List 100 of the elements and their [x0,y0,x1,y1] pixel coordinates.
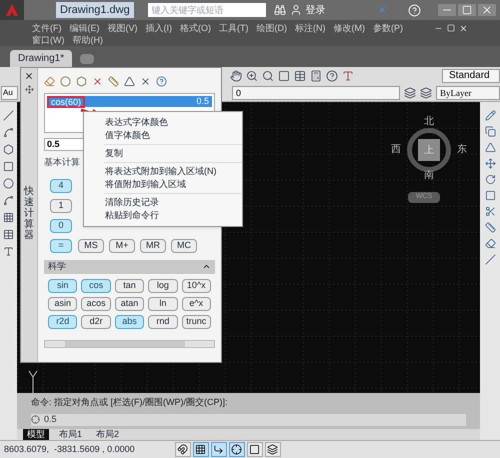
calculator-icon[interactable] [310,70,322,82]
eraser-icon[interactable] [484,238,496,249]
menu-item[interactable]: 文件(F) [32,24,62,32]
binoculars-icon[interactable] [274,4,286,16]
menu-item[interactable]: 修改(M) [334,24,365,32]
close-icon[interactable] [24,71,34,81]
layers-icon[interactable] [404,86,416,98]
zoom-icon[interactable] [246,70,258,82]
move-icon[interactable] [484,158,496,169]
circle-icon[interactable] [3,178,14,189]
user-icon[interactable] [290,4,302,16]
square-icon[interactable] [246,442,263,457]
menu-item[interactable]: 复制 [104,147,242,160]
layout-tab[interactable]: 模型 [23,429,49,440]
menu-item[interactable]: 将表达式附加到输入区域(N) [104,165,242,178]
pencil-icon[interactable] [484,110,496,121]
horizontal-scrollbar[interactable] [44,340,215,348]
rotate-icon[interactable] [484,174,496,185]
polyline-icon[interactable] [3,127,14,138]
menu-item[interactable]: 格式(O) [180,24,211,32]
help-icon[interactable] [156,76,167,86]
calculator-key[interactable]: M+ [109,238,135,252]
hatch-icon[interactable] [3,212,14,223]
calculator-key[interactable]: = [50,238,72,252]
calculator-key[interactable]: cos [81,278,111,292]
curve-icon[interactable] [3,195,14,206]
calculator-key[interactable]: asin [48,296,78,310]
menu-item[interactable]: 粘贴到命令行 [104,209,242,222]
calculator-key[interactable]: atan [114,296,144,310]
menu-item[interactable]: 参数(P) [373,24,403,32]
calculator-key[interactable]: trunc [182,314,211,328]
menu-item[interactable]: 编辑(E) [70,24,100,32]
eraser-icon[interactable] [44,76,55,86]
menu-item[interactable]: 视图(V) [108,24,138,32]
calculator-key[interactable]: tan [114,278,144,292]
section-header[interactable]: 科学 [44,260,215,274]
calculator-key[interactable]: abs [114,314,144,328]
calculator-key[interactable]: 0 [50,218,72,232]
grid-icon[interactable] [192,442,209,457]
menu-item[interactable]: 帮助(H) [72,36,103,44]
command-icon[interactable] [31,415,40,424]
point-icon[interactable] [60,76,71,86]
table-icon[interactable] [294,70,306,82]
minimize-icon[interactable] [438,4,456,16]
layout-tab[interactable]: 布局2 [92,429,124,440]
menu-item[interactable]: 绘图(D) [256,24,287,32]
maximize-icon[interactable] [458,4,476,16]
layout-tab[interactable]: 布局1 [55,429,86,440]
hand-icon[interactable] [230,70,242,82]
text-style-dropdown[interactable]: Standard [442,68,500,82]
menu-item[interactable]: 窗口(W) [32,36,64,44]
restore-icon[interactable] [447,24,455,32]
scrollbar-thumb[interactable] [65,340,185,346]
copy-icon[interactable] [484,126,496,137]
menu-item[interactable]: 插入(I) [146,24,172,32]
calculator-key[interactable]: sin [48,278,78,292]
crosshair-icon[interactable] [228,442,245,457]
calculator-key[interactable]: 10^x [182,278,211,292]
calculator-key[interactable]: rnd [148,314,178,328]
line-icon[interactable] [3,110,14,121]
layer-dropdown[interactable]: 0 [232,86,400,100]
calculator-key[interactable]: r2d [48,314,78,328]
menu-item[interactable]: 将值附加到输入区域 [104,178,242,191]
command-input[interactable]: 0.5 [31,414,466,426]
workspace-dropdown[interactable]: Au [1,86,18,100]
layers-icon[interactable] [420,86,432,98]
menu-item[interactable]: 清除历史记录 [104,196,242,209]
calculator-key[interactable]: MR [140,238,166,252]
menu-item[interactable]: 工具(T) [219,24,248,32]
search-field[interactable]: 键入关键字或短语 [148,3,266,17]
calculator-key[interactable]: d2r [81,314,111,328]
help-icon[interactable] [326,70,338,82]
break-icon[interactable] [484,254,496,265]
calculator-key[interactable]: 4 [50,178,72,192]
document-tab[interactable]: Drawing1* [10,50,72,67]
text-style-icon[interactable] [342,70,354,82]
calculator-key[interactable]: MC [171,238,197,252]
text-icon[interactable] [3,246,14,257]
window-icon[interactable] [278,70,290,82]
layers-icon[interactable] [264,442,281,457]
delete-icon[interactable] [92,76,103,86]
search-icon[interactable] [262,70,274,82]
trim-icon[interactable] [484,206,496,217]
close-icon[interactable] [459,24,468,32]
calculator-key[interactable]: ln [148,296,178,310]
ruler-icon[interactable] [484,222,496,233]
ruler-icon[interactable] [108,76,119,86]
calculator-key[interactable]: 1 [50,198,72,212]
calculator-key[interactable]: e^x [182,296,211,310]
magnet-icon[interactable] [174,442,191,457]
rectangle-icon[interactable] [3,161,14,172]
login-link[interactable]: 登录 [306,2,326,18]
calculator-key[interactable]: MS [78,238,104,252]
color-dropdown[interactable]: ByLayer [436,86,500,100]
menu-item[interactable]: 表达式字体颜色 [84,116,242,129]
menu-item[interactable]: 标注(N) [295,24,326,32]
calculator-key[interactable]: log [148,278,178,292]
menu-item[interactable]: 值字体颜色 [84,129,242,142]
calculator-key[interactable]: acos [81,296,111,310]
hexagon-icon[interactable] [3,144,14,155]
